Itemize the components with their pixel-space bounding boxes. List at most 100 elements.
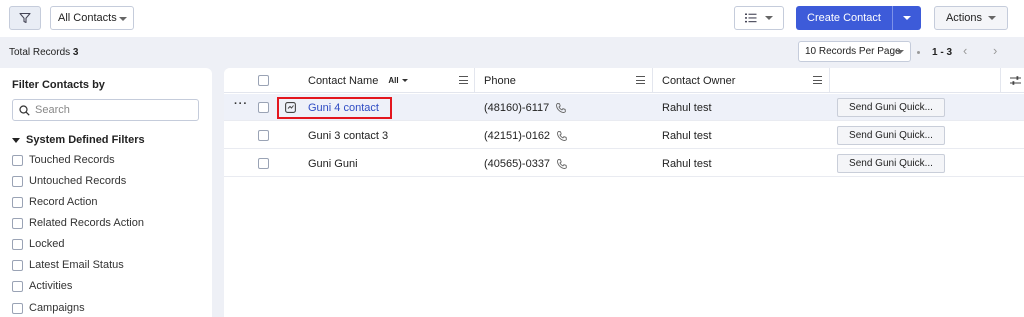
filter-checkbox[interactable] xyxy=(12,280,23,292)
sidebar-title: Filter Contacts by xyxy=(12,79,105,91)
owner-cell: Rahul test xyxy=(662,94,712,121)
filter-item-label: Campaigns xyxy=(29,302,85,314)
select-all-checkbox[interactable] xyxy=(258,75,269,86)
filter-item-activities[interactable]: Activities xyxy=(12,278,72,294)
column-header-phone[interactable]: Phone xyxy=(484,68,516,93)
records-per-page-select[interactable]: 10 Records Per Page xyxy=(798,41,911,62)
next-page-icon[interactable]: › xyxy=(993,43,997,58)
highlight-annotation xyxy=(277,97,392,119)
phone-number: (48160)-6117 xyxy=(484,101,550,114)
total-records-count: 3 xyxy=(72,47,79,58)
name-filter-label: All xyxy=(388,76,399,85)
actions-button[interactable]: Actions xyxy=(934,6,1008,30)
column-menu-icon[interactable] xyxy=(813,76,822,84)
records-per-page-label: 10 Records Per Page xyxy=(805,46,901,57)
filter-item-record-action[interactable]: Record Action xyxy=(12,194,97,210)
column-menu-icon[interactable] xyxy=(636,76,645,84)
create-contact-button[interactable]: Create Contact xyxy=(796,6,921,30)
filter-checkbox[interactable] xyxy=(12,217,23,229)
filter-checkbox[interactable] xyxy=(12,259,23,271)
column-header-label: Contact Owner xyxy=(662,74,736,87)
filter-item-untouched-records[interactable]: Untouched Records xyxy=(12,173,126,189)
phone-cell: (48160)-6117 xyxy=(484,94,567,121)
chevron-down-icon xyxy=(765,16,773,20)
row-checkbox[interactable] xyxy=(258,158,269,169)
search-icon xyxy=(19,104,30,116)
column-divider xyxy=(829,68,830,93)
list-view-button[interactable] xyxy=(734,6,784,30)
previous-page-icon[interactable]: ‹ xyxy=(963,43,967,58)
filter-item-label: Latest Email Status xyxy=(29,259,124,271)
view-select[interactable]: All Contacts xyxy=(50,6,134,30)
total-records-label: Total Records xyxy=(9,47,71,58)
filter-item-label: Activities xyxy=(29,280,73,292)
phone-cell: (42151)-0162 xyxy=(484,122,568,149)
search-placeholder: Search xyxy=(35,104,70,116)
send-button-label: Send Guni Quick... xyxy=(849,130,933,141)
top-toolbar: All Contacts Create Contact Actions xyxy=(0,0,1024,37)
filter-item-label: Untouched Records xyxy=(29,175,127,187)
table-row[interactable]: Guni 3 contact 3 (42151)-0162 Rahul test… xyxy=(224,122,1024,149)
contact-owner: Rahul test xyxy=(662,101,712,114)
owner-cell: Rahul test xyxy=(662,150,712,177)
contact-name-cell[interactable]: Guni Guni xyxy=(308,150,358,177)
contact-owner: Rahul test xyxy=(662,129,712,142)
filter-item-campaigns[interactable]: Campaigns xyxy=(12,300,85,316)
list-view-icon xyxy=(745,13,757,23)
contact-owner: Rahul test xyxy=(662,157,712,170)
column-divider xyxy=(474,68,475,93)
chevron-down-icon xyxy=(401,79,408,82)
filter-item-label: Related Records Action xyxy=(29,217,144,229)
filter-item-touched-records[interactable]: Touched Records xyxy=(12,152,115,168)
phone-icon[interactable] xyxy=(556,158,568,170)
chevron-down-icon xyxy=(119,17,127,21)
filter-item-locked[interactable]: Locked xyxy=(12,236,64,252)
filter-search-input[interactable]: Search xyxy=(12,99,199,121)
filter-checkbox[interactable] xyxy=(12,196,23,208)
phone-icon[interactable] xyxy=(556,130,568,142)
send-guni-quick-button[interactable]: Send Guni Quick... xyxy=(837,98,945,117)
row-checkbox[interactable] xyxy=(258,102,269,113)
records-bar: Total Records 3 10 Records Per Page 1 - … xyxy=(0,37,1024,68)
contact-name[interactable]: Guni 3 contact 3 xyxy=(308,130,388,142)
send-button-label: Send Guni Quick... xyxy=(849,102,933,113)
owner-cell: Rahul test xyxy=(662,122,712,149)
column-settings-icon[interactable] xyxy=(1010,75,1021,86)
column-header-contact-owner[interactable]: Contact Owner xyxy=(662,68,735,93)
system-filters-toggle[interactable]: System Defined Filters xyxy=(12,134,145,146)
chevron-down-icon xyxy=(988,16,997,20)
send-button-label: Send Guni Quick... xyxy=(849,158,933,169)
filter-checkbox[interactable] xyxy=(12,302,23,314)
filter-item-label: Record Action xyxy=(29,196,98,208)
filter-toggle-button[interactable] xyxy=(9,6,41,30)
chevron-down-icon xyxy=(896,50,904,54)
table-row[interactable]: ··· Guni 4 contact (48160)-6117 Rahul te… xyxy=(224,94,1024,121)
contact-name[interactable]: Guni Guni xyxy=(308,158,358,170)
page-range: 1 - 3 xyxy=(932,47,953,58)
filter-item-related-records-action[interactable]: Related Records Action xyxy=(12,215,144,231)
name-filter-dropdown[interactable]: All xyxy=(388,76,408,85)
column-header-label: Contact Name xyxy=(308,74,379,87)
column-divider xyxy=(652,68,653,93)
send-guni-quick-button[interactable]: Send Guni Quick... xyxy=(837,126,945,145)
filter-checkbox[interactable] xyxy=(12,238,23,250)
send-guni-quick-button[interactable]: Send Guni Quick... xyxy=(837,154,945,173)
table-header: Contact Name All Phone Contact Owner xyxy=(224,68,1024,93)
phone-cell: (40565)-0337 xyxy=(484,150,568,177)
filter-item-latest-email-status[interactable]: Latest Email Status xyxy=(12,257,124,273)
filter-checkbox[interactable] xyxy=(12,175,23,187)
column-menu-icon[interactable] xyxy=(459,76,468,84)
separator-dot xyxy=(917,51,920,54)
column-header-label: Phone xyxy=(484,74,516,87)
row-checkbox[interactable] xyxy=(258,130,269,141)
filter-checkbox[interactable] xyxy=(12,154,23,166)
more-options-icon[interactable]: ··· xyxy=(234,98,248,110)
contact-name-cell[interactable]: Guni 3 contact 3 xyxy=(308,122,388,149)
funnel-icon xyxy=(19,12,31,24)
table-row[interactable]: Guni Guni (40565)-0337 Rahul test Send G… xyxy=(224,150,1024,177)
view-select-label: All Contacts xyxy=(58,12,117,24)
phone-icon[interactable] xyxy=(555,102,567,114)
column-header-contact-name[interactable]: Contact Name All xyxy=(308,68,408,93)
create-options-dropdown[interactable] xyxy=(893,16,921,20)
filter-sidebar: Filter Contacts by Search System Defined… xyxy=(0,68,212,317)
